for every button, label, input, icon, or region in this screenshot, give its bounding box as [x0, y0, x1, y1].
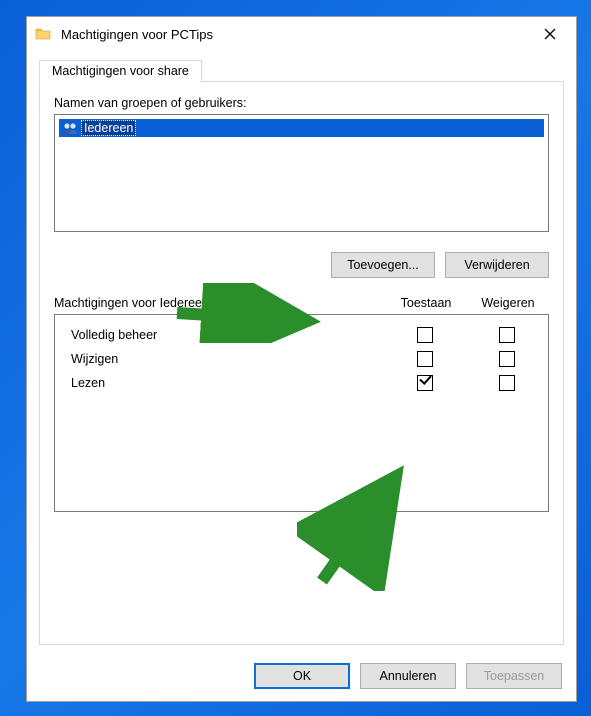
user-name: Iedereen [81, 120, 136, 136]
remove-button[interactable]: Verwijderen [445, 252, 549, 278]
allow-checkbox[interactable] [417, 327, 433, 343]
permission-allow-cell [384, 351, 466, 367]
permission-label: Volledig beheer [71, 328, 384, 342]
deny-checkbox[interactable] [499, 351, 515, 367]
permission-allow-cell [384, 375, 466, 391]
titlebar: Machtigingen voor PCTips [27, 17, 576, 51]
deny-checkbox[interactable] [499, 327, 515, 343]
permissions-header: Machtigingen voor Iedereen Toestaan Weig… [54, 296, 549, 310]
close-icon [544, 28, 556, 40]
permission-label: Wijzigen [71, 352, 384, 366]
permission-row: Lezen [55, 371, 548, 395]
window-title: Machtigingen voor PCTips [61, 27, 528, 42]
apply-button[interactable]: Toepassen [466, 663, 562, 689]
permissions-dialog: Machtigingen voor PCTips Machtigingen vo… [26, 16, 577, 702]
deny-checkbox[interactable] [499, 375, 515, 391]
col-allow-label: Toestaan [385, 296, 467, 310]
users-listbox[interactable]: Iedereen [54, 114, 549, 232]
add-button[interactable]: Toevoegen... [331, 252, 435, 278]
tab-content: Namen van groepen of gebruikers: Iederee… [40, 82, 563, 522]
permission-allow-cell [384, 327, 466, 343]
permission-deny-cell [466, 351, 548, 367]
permissions-listbox: Volledig beheer Wijzigen Lezen [54, 314, 549, 512]
dialog-footer: OK Annuleren Toepassen [27, 653, 576, 701]
group-icon [61, 121, 79, 135]
cancel-button[interactable]: Annuleren [360, 663, 456, 689]
permission-row: Wijzigen [55, 347, 548, 371]
permission-deny-cell [466, 327, 548, 343]
permissions-header-label: Machtigingen voor Iedereen [54, 296, 385, 310]
folder-icon [35, 26, 51, 42]
tab-share-permissions[interactable]: Machtigingen voor share [39, 60, 202, 83]
list-item[interactable]: Iedereen [59, 119, 544, 137]
dialog-body: Machtigingen voor share Namen van groepe… [27, 51, 576, 653]
permission-label: Lezen [71, 376, 384, 390]
allow-checkbox[interactable] [417, 351, 433, 367]
permission-row: Volledig beheer [55, 323, 548, 347]
col-deny-label: Weigeren [467, 296, 549, 310]
users-label: Namen van groepen of gebruikers: [54, 96, 549, 110]
close-button[interactable] [528, 19, 572, 49]
permission-deny-cell [466, 375, 548, 391]
allow-checkbox[interactable] [417, 375, 433, 391]
tab-panel: Machtigingen voor share Namen van groepe… [39, 81, 564, 645]
ok-button[interactable]: OK [254, 663, 350, 689]
user-buttons-row: Toevoegen... Verwijderen [54, 252, 549, 278]
